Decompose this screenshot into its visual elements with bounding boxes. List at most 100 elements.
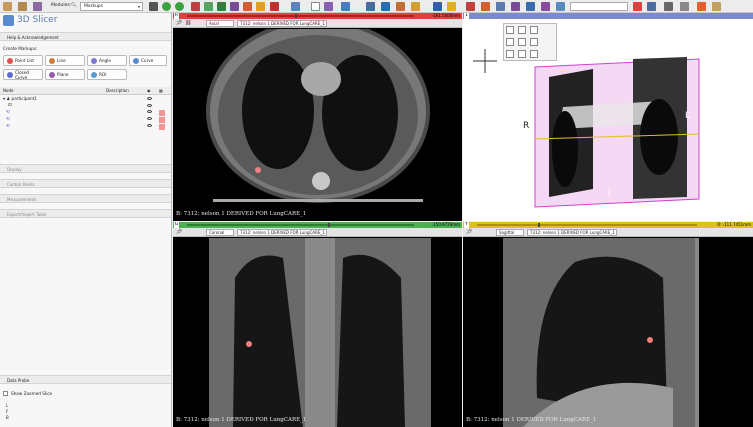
network-icon[interactable] — [496, 2, 505, 11]
curve-button[interactable]: Curve — [129, 55, 167, 66]
back-arrow-icon[interactable] — [162, 2, 171, 11]
measurements-section-label: Measurements — [7, 197, 37, 202]
plane-button[interactable]: Plane — [45, 69, 85, 80]
curve-icon — [133, 58, 139, 64]
threed-view[interactable]: 1 S R L I — [463, 13, 753, 221]
eye-icon[interactable] — [147, 110, 152, 113]
green-slider-track[interactable] — [187, 224, 414, 226]
color-swatch[interactable] — [159, 117, 165, 123]
delete-icon[interactable] — [664, 2, 673, 11]
pin-icon[interactable]: 📌︎ — [176, 229, 182, 235]
red-orientation-select[interactable]: Axial — [206, 20, 234, 27]
export-import-section-label: Export/Import Table — [7, 212, 47, 217]
display-section-header[interactable]: Display — [0, 164, 171, 173]
markups-icon[interactable] — [243, 2, 252, 11]
export-import-section-header[interactable]: Export/Import Table — [0, 209, 171, 218]
volumes-icon[interactable] — [204, 2, 213, 11]
closed-curve-label: Closed Curve — [15, 69, 30, 80]
yellow-slider-handle[interactable] — [538, 223, 540, 227]
sagittal-ct-image — [503, 238, 699, 427]
load-data-icon[interactable] — [3, 2, 12, 11]
red-corner-annotation: B: 7312: nelson 1 DERIVED FOR LungCARE_1 — [176, 211, 307, 217]
plane-tool-icon[interactable] — [541, 2, 550, 11]
yellow-orientation-select[interactable]: Sagittal — [496, 229, 524, 236]
transforms-icon[interactable] — [230, 2, 239, 11]
link-icon[interactable]: ⛓ — [185, 20, 191, 26]
chevron-down-icon: ▾ — [137, 4, 140, 9]
green-slice-view[interactable]: G -150.9729mm 📌︎ Coronal 7312: nelson 1 … — [173, 222, 462, 427]
place-icon[interactable] — [324, 2, 333, 11]
pin-icon[interactable]: 📌︎ — [466, 229, 472, 235]
plane-label: Plane — [57, 72, 69, 77]
yellow-volume-select[interactable]: 7312: nelson 1 DERIVED FOR LungCARE_1 — [527, 229, 617, 236]
fiducial-icon[interactable] — [411, 2, 420, 11]
pointer-icon[interactable] — [311, 2, 320, 11]
curve-tool-icon[interactable] — [511, 2, 520, 11]
eye-icon[interactable] — [147, 117, 152, 120]
more-icon[interactable] — [680, 2, 689, 11]
tree-item-participant[interactable]: ▾ ♟ participant1 — [3, 96, 37, 101]
data-probe-header[interactable]: Data Probe — [0, 375, 171, 384]
forward-arrow-icon[interactable] — [175, 2, 184, 11]
eye-icon[interactable] — [147, 97, 152, 100]
probe-label-f: F — [6, 409, 9, 414]
help-section-header[interactable]: Help & Acknowledgement — [0, 32, 171, 41]
pin-icon[interactable]: 📌︎ — [176, 20, 182, 26]
coronal-ct-image — [209, 238, 431, 427]
line-button[interactable]: Line — [45, 55, 85, 66]
color-swatch[interactable] — [159, 110, 165, 116]
data-module-icon[interactable] — [191, 2, 200, 11]
annotations-icon[interactable] — [396, 2, 405, 11]
module-list-icon[interactable] — [149, 2, 158, 11]
module-selector[interactable]: Markups ▾ — [80, 2, 143, 11]
tree-item-curve-1[interactable]: ⟲ — [6, 110, 10, 115]
eye-icon[interactable] — [147, 124, 152, 127]
record-icon[interactable] — [633, 2, 642, 11]
show-zoomed-checkbox[interactable] — [3, 391, 8, 396]
crosshair-icon[interactable] — [341, 2, 350, 11]
visibility-header-icon: ◉ — [147, 88, 151, 93]
show-zoomed-label: Show Zoomed Slice — [11, 391, 53, 396]
view-icon[interactable] — [366, 2, 375, 11]
segment-editor-icon[interactable] — [256, 2, 265, 11]
models-icon[interactable] — [217, 2, 226, 11]
python-icon[interactable] — [433, 2, 442, 11]
save-icon[interactable] — [33, 2, 42, 11]
red-slider-handle[interactable] — [295, 14, 297, 18]
red-slice-view[interactable]: R -161.5000mm 📌︎ ⛓ Axial 7312: nelson 1 … — [173, 13, 462, 221]
extension-manager-icon[interactable] — [466, 2, 475, 11]
red-volume-select[interactable]: 7312: nelson 1 DERIVED FOR LungCARE_1 — [237, 20, 327, 27]
python-console-icon[interactable] — [447, 2, 456, 11]
yellow-slider-track[interactable] — [477, 224, 697, 226]
yellow-corner-annotation: B: 7312: nelson 1 DERIVED FOR LungCARE_1 — [466, 417, 597, 423]
edit-icon[interactable] — [712, 2, 721, 11]
tree-item-point[interactable]: ⊡ — [8, 103, 12, 108]
chart-icon[interactable] — [481, 2, 490, 11]
roi-button[interactable]: ROI — [87, 69, 127, 80]
green-volume-select[interactable]: 7312: nelson 1 DERIVED FOR LungCARE_1 — [237, 229, 327, 236]
dcm-icon[interactable] — [18, 2, 27, 11]
red-slider-track[interactable] — [187, 15, 414, 17]
measurements-section-header[interactable]: Measurements — [0, 194, 171, 203]
tree-item-curve-3[interactable]: ⟲ — [6, 124, 10, 129]
layout-icon[interactable] — [291, 2, 300, 11]
closed-curve-tool-icon[interactable] — [526, 2, 535, 11]
tree-item-curve-2[interactable]: ⟲ — [6, 117, 10, 122]
module-search-icon[interactable]: 🔍︎ — [71, 3, 77, 8]
extensions-icon[interactable] — [270, 2, 279, 11]
eye-icon[interactable] — [147, 104, 152, 107]
yellow-slice-view[interactable]: Y R: -111.7451mm 📌︎ Sagittal 7312: nelso… — [463, 222, 753, 427]
angle-button[interactable]: Angle — [87, 55, 127, 66]
place-mode-icon[interactable] — [647, 2, 656, 11]
green-orientation-select[interactable]: Coronal — [206, 229, 234, 236]
color-swatch[interactable] — [159, 124, 165, 130]
closed-curve-button[interactable]: Closed Curve — [3, 69, 43, 80]
roi-tool-icon[interactable] — [556, 2, 565, 11]
data-probe-label: Data Probe — [7, 378, 30, 383]
point-list-button[interactable]: Point List — [3, 55, 43, 66]
settings-icon[interactable] — [697, 2, 706, 11]
green-slider-handle[interactable] — [328, 223, 330, 227]
screenshot-icon[interactable] — [381, 2, 390, 11]
control-points-section-header[interactable]: Control Points — [0, 179, 171, 188]
node-selector[interactable] — [570, 2, 628, 11]
